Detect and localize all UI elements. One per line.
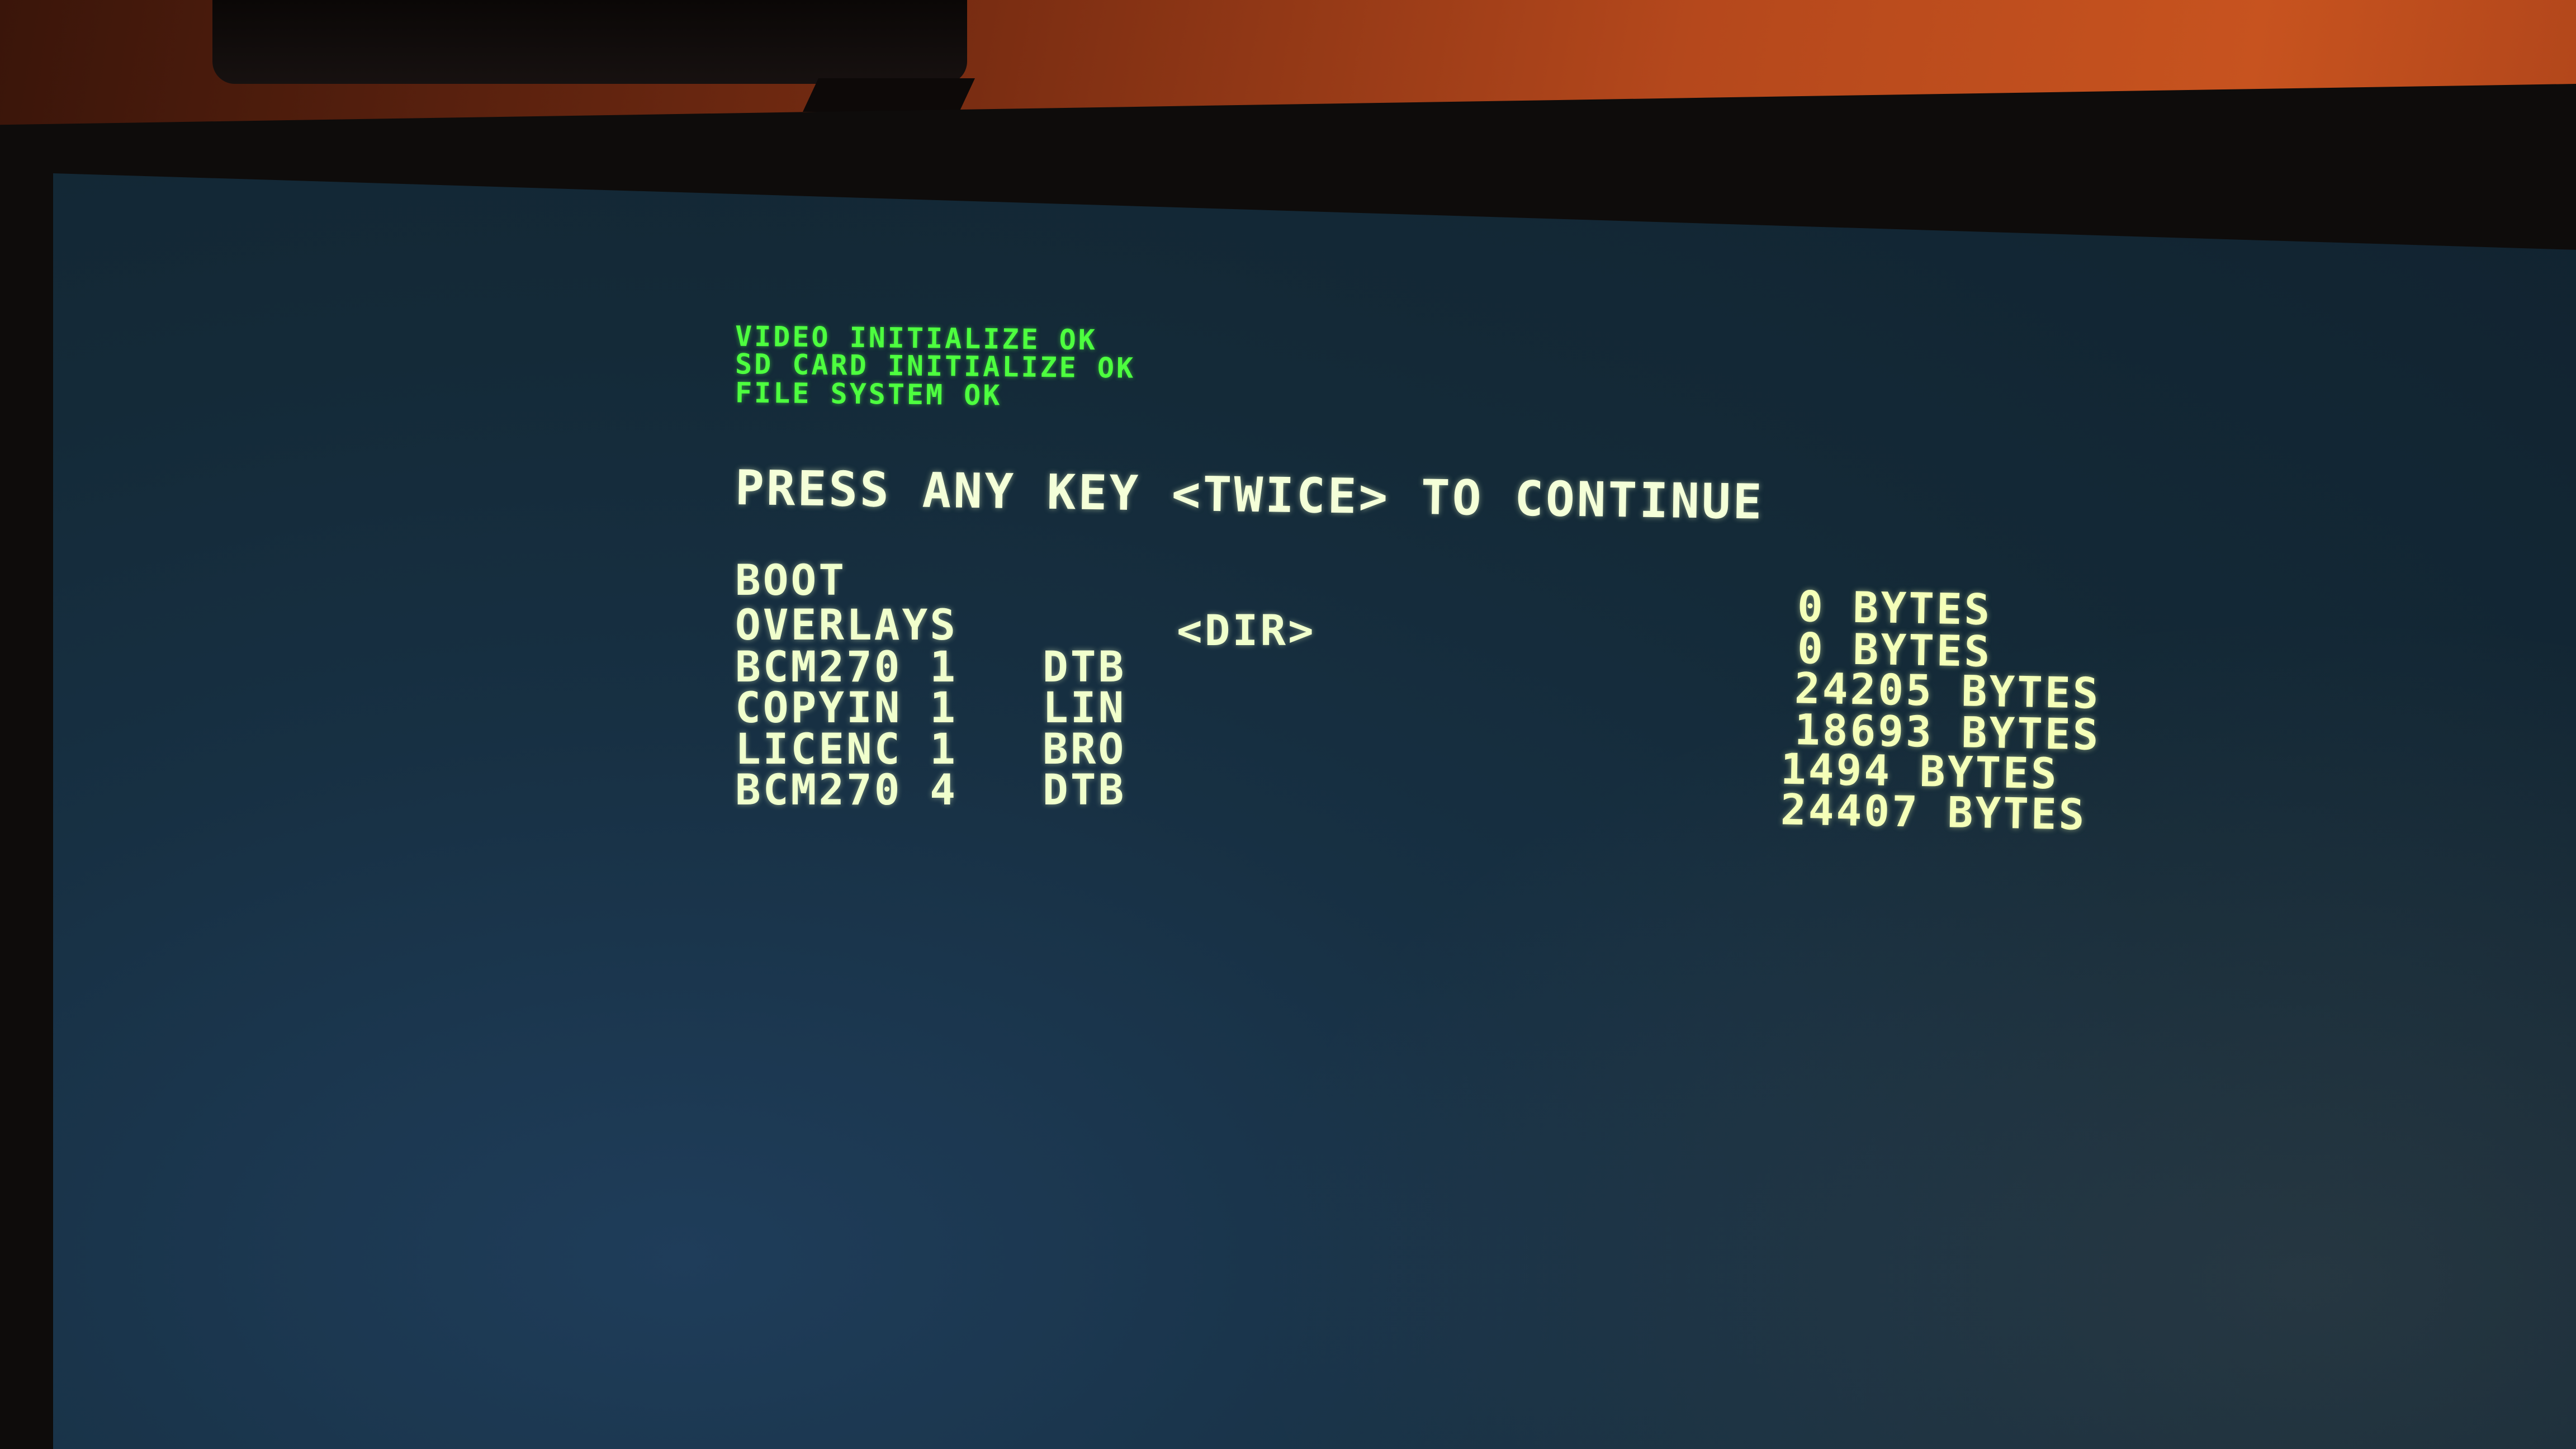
dir-entry-ext: DTB [1043, 642, 1126, 692]
dir-entry-ext: DTB [1043, 765, 1126, 815]
monitor-screen: VIDEO INITIALIZE OK SD CARD INITIALIZE O… [53, 173, 2576, 1449]
boot-message: FILE SYSTEM OK [735, 376, 1002, 412]
dir-entry-ext: LIN [1043, 683, 1126, 732]
webcam [212, 0, 967, 84]
dir-entry-ext: BRO [1043, 724, 1126, 774]
file-size: 24407 BYTES [1780, 784, 2087, 840]
dir-entry-name: BCM270 1 [735, 642, 958, 692]
dir-entry-name: BOOT [735, 555, 847, 605]
dir-entry-name: LICENC 1 [735, 724, 958, 774]
room-background: VIDEO INITIALIZE OK SD CARD INITIALIZE O… [0, 0, 2576, 1449]
continue-prompt: PRESS ANY KEY <TWICE> TO CONTINUE [735, 460, 1765, 531]
dir-entry-name: BCM270 4 [735, 765, 958, 815]
dir-entry-name: COPYIN 1 [735, 683, 958, 732]
dir-entry-name: OVERLAYS [735, 600, 958, 650]
dir-marker: <DIR> [1177, 605, 1316, 655]
webcam-mount [803, 78, 975, 112]
